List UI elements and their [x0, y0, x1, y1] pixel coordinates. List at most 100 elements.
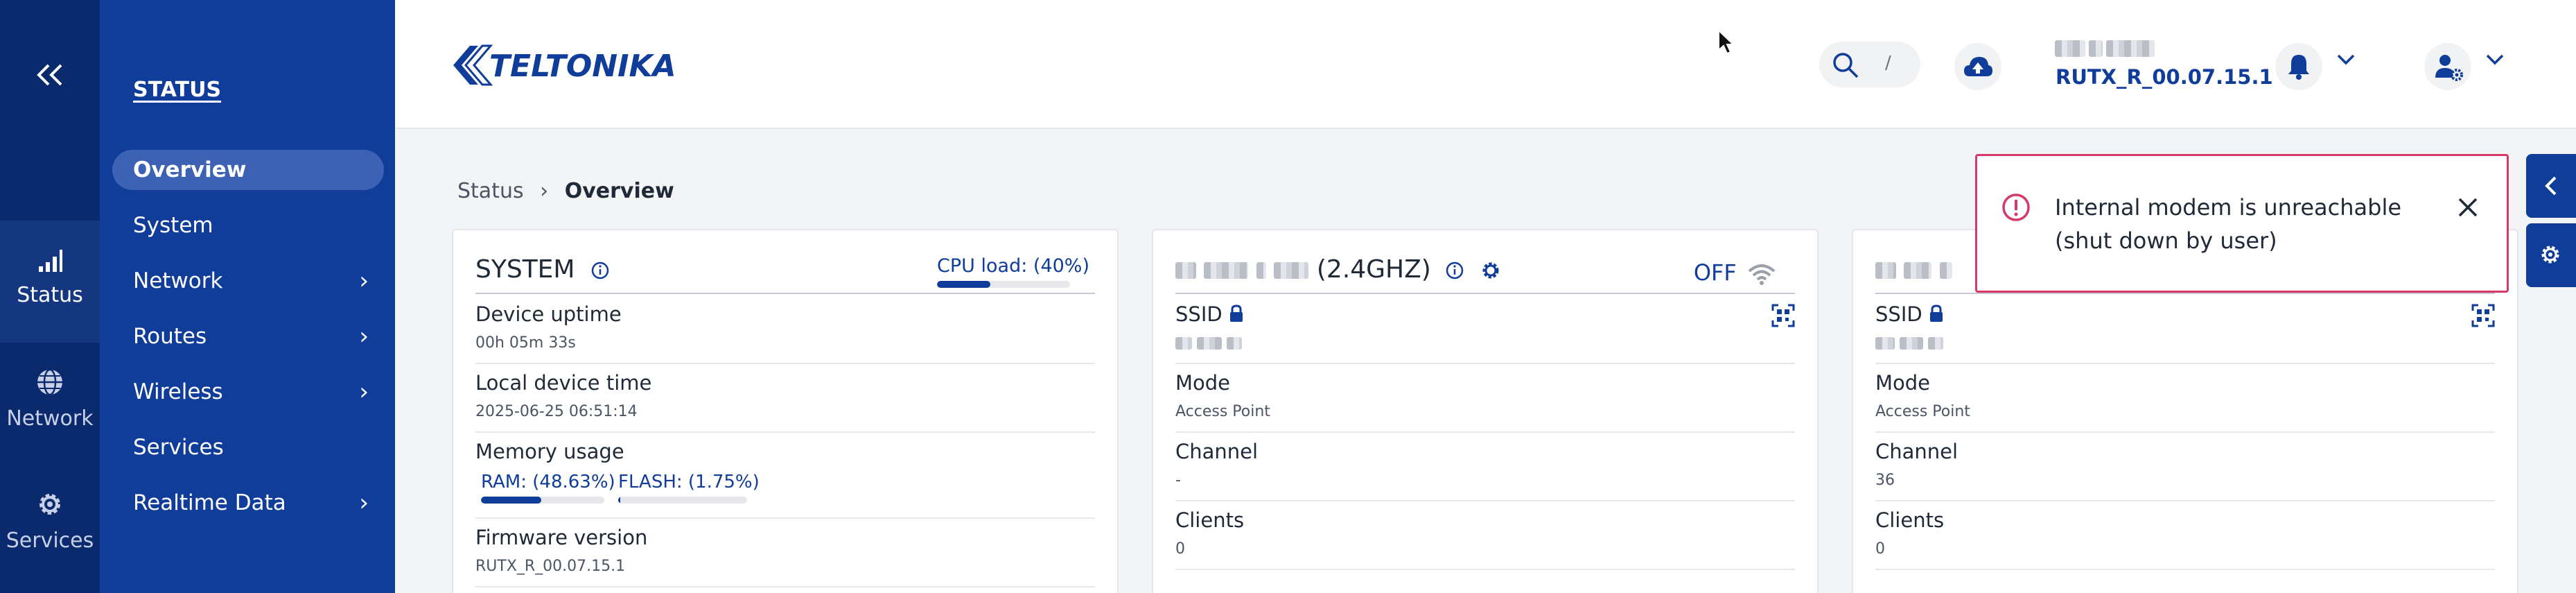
collapse-sidebar-button[interactable]: [0, 60, 100, 93]
row-label: Clients: [1175, 508, 1245, 532]
clients-row: Clients 0: [1175, 501, 1795, 570]
memory-usage-row: Memory usage RAM: (48.63%) FLASH: (1.75%…: [475, 433, 1095, 519]
local-device-time-row: Local device time 2025-06-25 06:51:14: [475, 364, 1095, 433]
clients-row: Clients 0: [1875, 501, 2495, 570]
wifi-icon: [1748, 264, 1776, 285]
flash-usage-label: FLASH: (1.75%): [618, 472, 760, 492]
row-label: Local device time: [475, 371, 652, 395]
flash-usage-bar-fill: [618, 497, 621, 504]
ram-usage-bar: [481, 497, 604, 504]
row-value: 0: [1875, 540, 1885, 558]
logo-text: TELTONIKA: [489, 49, 676, 84]
nav-item-wireless[interactable]: Wireless ›: [112, 372, 384, 412]
card-title: (2.4GHZ): [1175, 255, 1501, 284]
wireless-name-redacted: [1875, 255, 1952, 284]
close-icon[interactable]: [2455, 195, 2480, 220]
device-name-redacted: [2055, 40, 2180, 60]
nav-item-overview[interactable]: Overview: [112, 150, 384, 190]
expand-panel-button[interactable]: [2526, 154, 2576, 218]
row-value: 00h 05m 33s: [475, 334, 576, 352]
nav-item-label: System: [133, 213, 213, 238]
ssid-label: SSID: [1875, 302, 1922, 326]
nav-item-realtime-data[interactable]: Realtime Data ›: [112, 483, 384, 523]
row-label: SSID: [1175, 302, 1244, 326]
cloud-upload-button[interactable]: [1954, 43, 2001, 90]
double-chevron-left-icon: [37, 64, 62, 86]
globe-icon: [37, 368, 62, 396]
info-icon[interactable]: [590, 260, 611, 281]
user-settings-icon: [2435, 55, 2463, 81]
flash-usage-bar: [618, 497, 747, 504]
rail-item-network[interactable]: Network: [0, 343, 100, 465]
nav-item-services[interactable]: Services: [112, 427, 384, 467]
nav-item-system[interactable]: System: [112, 205, 384, 246]
row-value: 36: [1875, 472, 1895, 489]
row-label: Clients: [1875, 508, 1945, 532]
channel-row: Channel 36: [1875, 433, 2495, 501]
gear-icon: [2541, 246, 2559, 264]
firmware-version-row: Firmware version RUTX_R_00.07.15.1: [475, 519, 1095, 587]
error-toast: Internal modem is unreachable (shut down…: [1975, 154, 2509, 293]
card-title: SYSTEM: [475, 255, 611, 284]
logo-mark-icon: TELTONIKA: [453, 44, 676, 86]
row-label: Channel: [1875, 440, 1959, 463]
mouse-cursor-icon: [1718, 29, 1735, 55]
row-value: 0: [1175, 540, 1185, 558]
status-nav-panel: STATUS Overview System Network › Routes …: [100, 0, 395, 593]
teltonika-logo[interactable]: TELTONIKA: [450, 40, 686, 92]
lock-icon: [1929, 304, 1943, 322]
bar-chart-icon: [39, 250, 62, 272]
ssid-label: SSID: [1175, 302, 1223, 326]
rail-item-status[interactable]: Status: [0, 221, 100, 343]
nav-item-network[interactable]: Network ›: [112, 261, 384, 301]
channel-row: Channel -: [1175, 433, 1795, 501]
notifications-button[interactable]: [2275, 43, 2322, 90]
cpu-load-bar: [937, 281, 1071, 288]
row-label: Mode: [1875, 371, 1931, 395]
chevron-down-icon[interactable]: [2485, 49, 2505, 69]
settings-panel-button[interactable]: [2526, 223, 2576, 287]
row-value: -: [1175, 472, 1181, 489]
row-label: Mode: [1175, 371, 1231, 395]
chevron-right-icon: ›: [359, 267, 369, 295]
nav-item-routes[interactable]: Routes ›: [112, 316, 384, 356]
title-divider: [1175, 293, 1795, 294]
device-uptime-row: Device uptime 00h 05m 33s: [475, 295, 1095, 364]
ssid-value-redacted: [1875, 334, 1943, 352]
gear-icon[interactable]: [1480, 260, 1501, 281]
firmware-version-link[interactable]: RUTX_R_00.07.15.1: [2056, 65, 2273, 89]
search-icon: [1833, 53, 1859, 78]
ssid-row: SSID: [1875, 295, 2495, 364]
ram-usage: RAM: (48.63%): [481, 472, 615, 504]
row-label: Device uptime: [475, 302, 622, 326]
cpu-load-bar-fill: [937, 281, 990, 288]
band-label: (2.4GHZ): [1316, 255, 1431, 284]
top-header: TELTONIKA / RUTX_R_00.07.15.1: [395, 0, 2576, 129]
title-divider: [475, 293, 1095, 294]
search-shortcut-hint: /: [1885, 53, 1891, 74]
system-card: SYSTEM CPU load: (40%) Device uptime 00h…: [452, 229, 1119, 593]
cloud-upload-icon: [1964, 57, 1992, 76]
icon-rail: Status Network Services: [0, 0, 100, 593]
chevron-down-icon[interactable]: [2336, 49, 2356, 69]
qr-code-icon[interactable]: [2471, 304, 2495, 327]
user-menu-button[interactable]: [2424, 43, 2471, 90]
row-label: Channel: [1175, 440, 1259, 463]
flash-usage: FLASH: (1.75%): [618, 472, 760, 504]
chevron-right-icon: ›: [359, 378, 369, 406]
search-button[interactable]: /: [1819, 42, 1920, 87]
breadcrumb-separator: ›: [540, 179, 549, 203]
breadcrumb: Status › Overview: [457, 179, 674, 203]
rail-item-services[interactable]: Services: [0, 465, 100, 587]
radio-status-label: OFF: [1693, 259, 1737, 286]
row-value: 2025-06-25 06:51:14: [475, 403, 638, 420]
breadcrumb-root[interactable]: Status: [457, 179, 524, 203]
info-icon[interactable]: [1444, 260, 1465, 281]
nav-item-label: Overview: [133, 157, 247, 182]
chevron-left-icon: [2545, 176, 2557, 196]
qr-code-icon[interactable]: [1771, 304, 1795, 327]
ssid-row: SSID: [1175, 295, 1795, 364]
mode-row: Mode Access Point: [1175, 364, 1795, 433]
card-title: [1875, 255, 1952, 284]
radio-status: OFF: [1694, 259, 1776, 286]
